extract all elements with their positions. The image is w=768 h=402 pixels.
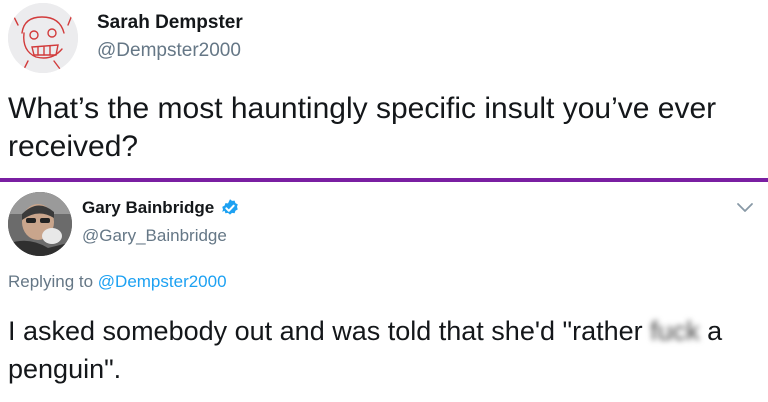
reply-text-before: I asked somebody out and was told that s… xyxy=(8,316,651,346)
author-name[interactable]: Sarah Dempster xyxy=(97,12,243,34)
reply-author-handle[interactable]: @Gary_Bainbridge xyxy=(82,226,227,246)
avatar[interactable] xyxy=(8,3,78,73)
author-handle[interactable]: @Dempster2000 xyxy=(97,40,241,62)
replying-to-label: Replying to xyxy=(8,272,98,291)
avatar-sketch xyxy=(8,3,78,73)
original-tweet: Sarah Dempster @Dempster2000 What’s the … xyxy=(0,0,768,180)
divider xyxy=(0,178,768,182)
verified-badge-icon xyxy=(220,198,240,218)
reply-avatar[interactable] xyxy=(8,192,72,256)
chevron-down-icon[interactable] xyxy=(736,202,754,214)
replying-to-handle-link[interactable]: @Dempster2000 xyxy=(98,272,227,291)
reply-text-censored: fuck xyxy=(650,316,700,346)
reply-author-row: Gary Bainbridge xyxy=(82,198,240,218)
reply-text: I asked somebody out and was told that s… xyxy=(8,312,763,388)
avatar-photo xyxy=(8,192,72,256)
replying-to: Replying to @Dempster2000 xyxy=(8,272,227,292)
reply-author-name[interactable]: Gary Bainbridge xyxy=(82,198,214,218)
tweet-text: What’s the most hauntingly specific insu… xyxy=(8,92,717,163)
